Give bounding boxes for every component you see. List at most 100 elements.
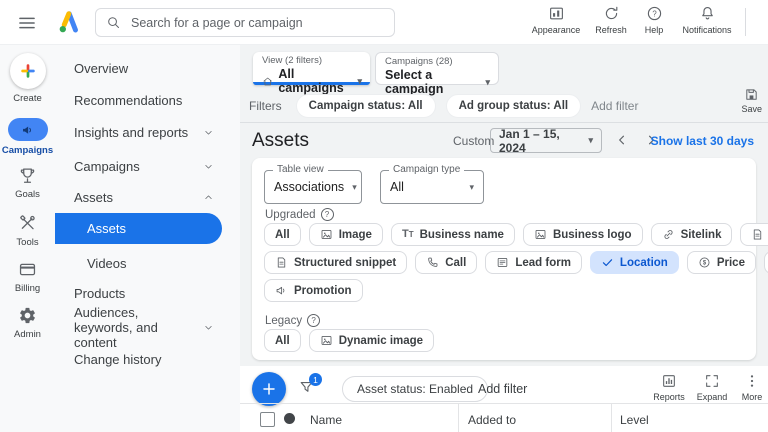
refresh-icon [605, 6, 617, 20]
table-view-select[interactable]: Table view Associations ▾ [264, 164, 362, 204]
view-selector-dropdown[interactable]: View (2 filters) All campaigns ▾ [253, 52, 370, 95]
upgraded-chips-row-3: Promotion [264, 279, 363, 302]
chevron-up-icon [205, 195, 212, 199]
nav-item-change-history[interactable]: Change history [55, 346, 240, 372]
view-selector-value: All campaigns [278, 67, 344, 95]
asset-type-chip-call[interactable]: Call [415, 251, 478, 274]
legacy-chip-all[interactable]: All [264, 329, 301, 352]
nav-item-insights-and-reports[interactable]: Insights and reports [55, 119, 240, 145]
asset-type-chip-promotion[interactable]: Promotion [264, 279, 363, 302]
nav-label: Insights and reports [74, 124, 189, 140]
column-divider [458, 404, 459, 432]
google-ads-logo-icon[interactable] [56, 9, 82, 35]
asset-type-chip-business-logo[interactable]: Business logo [522, 223, 643, 246]
table-header-row: Name Added to Level [240, 403, 768, 432]
show-last-30-days-link[interactable]: Show last 30 days [651, 134, 754, 148]
trophy-icon [20, 168, 35, 183]
select-all-checkbox[interactable] [260, 412, 275, 427]
nav-item-campaigns[interactable]: Campaigns [55, 153, 240, 179]
chip-label: Price [716, 256, 745, 269]
rail-item-campaigns[interactable]: Campaigns [0, 118, 55, 156]
column-header-level[interactable]: Level [620, 413, 649, 427]
nav-item-recommendations[interactable]: Recommendations [55, 87, 240, 113]
asset-type-chip-all[interactable]: All [264, 223, 301, 246]
date-range-dropdown[interactable]: Jan 1 – 15, 2024 ▾ [490, 127, 602, 155]
filters-label: Filters [249, 99, 282, 113]
nav-item-audiences-keywords-content[interactable]: Audiences, keywords, and content [55, 304, 240, 350]
left-rail: Create Campaigns Goals Tools Billing Adm… [0, 45, 55, 432]
asset-type-chip-price[interactable]: $ Price [686, 251, 756, 274]
search-input[interactable] [129, 14, 383, 31]
expand-button[interactable]: Expand [691, 373, 733, 402]
asset-type-chip-image[interactable]: Image [308, 223, 383, 246]
legacy-chip-dynamic-image[interactable]: Dynamic image [308, 329, 435, 352]
chip-label: Structured snippet [294, 256, 397, 269]
date-custom-label: Custom [453, 133, 495, 148]
filter-chip-campaign-status[interactable]: Campaign status: All [295, 94, 436, 118]
date-prev-button[interactable] [615, 133, 629, 147]
chip-label: Lead form [515, 256, 571, 269]
notifications-button[interactable]: Notifications [674, 5, 740, 35]
table-filter-button[interactable]: 1 [298, 373, 322, 396]
reports-button[interactable]: Reports [648, 373, 690, 402]
nav-item-products[interactable]: Products [55, 280, 240, 306]
caret-down-icon: ▾ [485, 76, 490, 87]
add-asset-button[interactable] [252, 372, 286, 406]
save-label: Save [741, 104, 762, 114]
campaign-selector-dropdown[interactable]: Campaigns (28) Select a campaign ▾ [375, 52, 499, 96]
legacy-text: Legacy [265, 314, 303, 327]
campaign-type-select[interactable]: Campaign type All ▾ [380, 164, 484, 204]
column-header-added-to[interactable]: Added to [468, 413, 516, 427]
help-button[interactable]: ? Help [634, 5, 674, 35]
more-button[interactable]: More [736, 373, 768, 402]
nav-item-assets[interactable]: Assets [55, 184, 240, 210]
asset-type-chip-callout[interactable]: Callout [740, 223, 768, 246]
topbar-actions: Appearance Refresh ? Help Notifications [524, 5, 740, 35]
asset-type-chip-lead-form[interactable]: Lead form [485, 251, 582, 274]
rail-item-create[interactable]: Create [0, 53, 55, 104]
chip-label: Image [338, 228, 372, 241]
rail-item-billing[interactable]: Billing [0, 260, 55, 294]
google-ads-app: Appearance Refresh ? Help [0, 0, 768, 432]
appearance-button[interactable]: Appearance [524, 5, 588, 35]
link-icon [664, 230, 673, 239]
menu-icon[interactable] [17, 13, 37, 33]
refresh-button[interactable]: Refresh [588, 5, 634, 35]
asset-status-chip[interactable]: Asset status: Enabled [342, 376, 489, 402]
filter-chip-ad-group-status[interactable]: Ad group status: All [445, 94, 582, 118]
nav-label: Audiences, keywords, and content [74, 304, 158, 350]
asset-type-chip-sitelink[interactable]: Sitelink [650, 223, 733, 246]
asset-type-chip-location-selected[interactable]: Location [589, 251, 679, 274]
phone-icon [428, 257, 438, 267]
page-title: Assets [252, 129, 310, 151]
secondary-nav: Overview Recommendations Insights and re… [55, 45, 240, 432]
asset-type-chip-app[interactable]: App [763, 251, 768, 274]
asset-type-chip-structured-snippet[interactable]: Structured snippet [264, 251, 408, 274]
rail-item-goals[interactable]: Goals [0, 166, 55, 200]
caret-down-icon: ▾ [352, 181, 357, 192]
rail-item-admin[interactable]: Admin [0, 306, 55, 340]
chip-label: All [275, 228, 290, 241]
rail-label-billing: Billing [14, 283, 41, 294]
add-filter-button[interactable]: Add filter [591, 99, 638, 113]
help-circle-icon[interactable]: ? [320, 208, 334, 221]
rail-item-tools[interactable]: Tools [0, 214, 55, 248]
credit-card-icon [19, 263, 36, 276]
campaign-type-label: Campaign type [389, 164, 465, 175]
nav-item-overview[interactable]: Overview [55, 55, 240, 81]
table-add-filter-button[interactable]: Add filter [478, 382, 527, 396]
help-circle-icon[interactable]: ? [307, 314, 321, 327]
chip-label: Call [445, 256, 467, 269]
expand-label: Expand [696, 392, 728, 402]
caret-down-icon: ▾ [357, 75, 362, 86]
column-header-name[interactable]: Name [310, 413, 342, 427]
chip-label: Sitelink [680, 228, 722, 241]
filter-chip-label: Ad group status: All [458, 100, 569, 112]
asset-type-chip-business-name[interactable]: TT Business name [390, 223, 515, 246]
chip-label: Dynamic image [338, 334, 424, 347]
nav-item-videos[interactable]: Videos [55, 250, 240, 276]
more-vertical-icon [750, 375, 754, 387]
nav-item-assets-sub-selected[interactable]: Assets [55, 213, 222, 244]
save-button[interactable]: Save [741, 87, 762, 114]
appearance-icon [549, 7, 563, 20]
